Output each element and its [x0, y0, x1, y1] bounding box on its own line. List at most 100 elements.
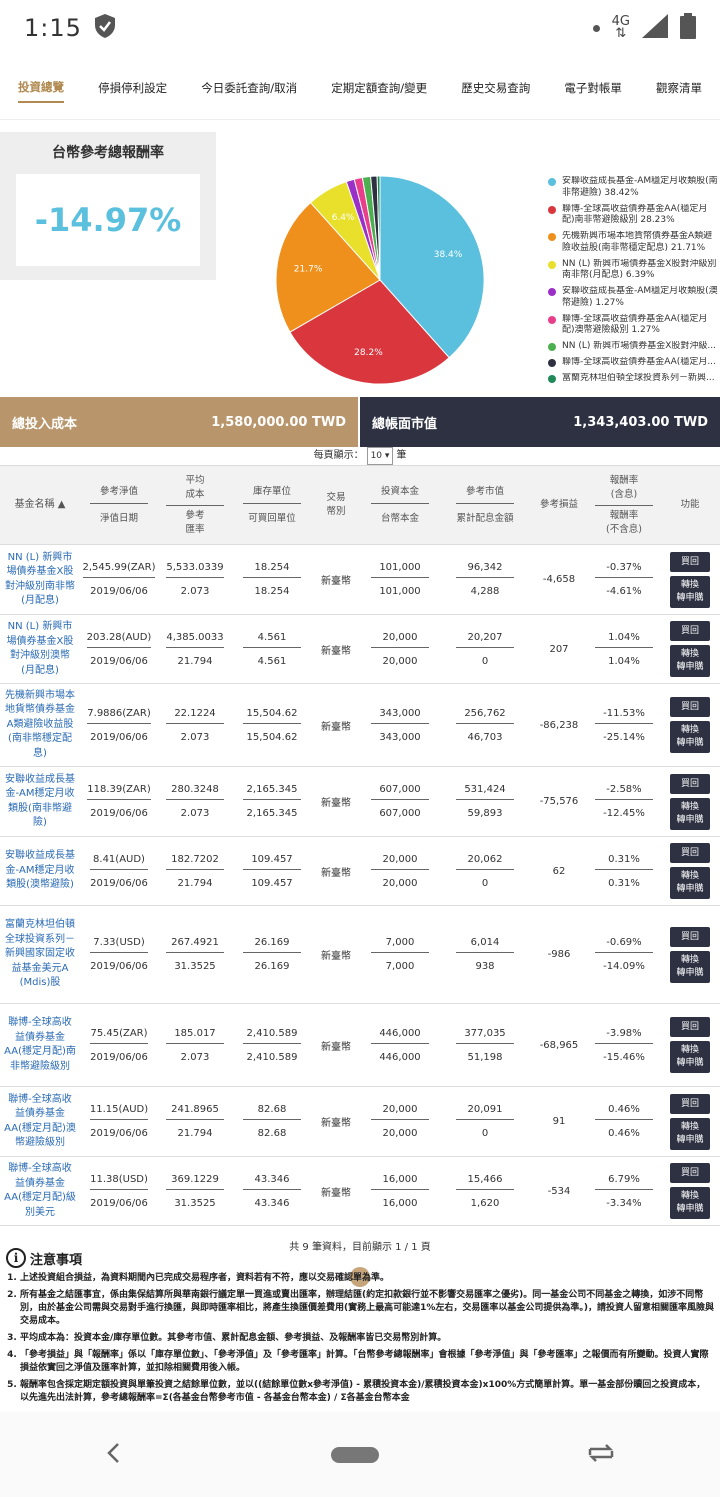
- nav-cell: 7.33(USD) 2019/06/06: [90, 937, 148, 972]
- switch-button[interactable]: 轉換 轉申購: [670, 575, 710, 608]
- avg-cost-cell: 280.3248 2.073: [158, 767, 232, 836]
- total-market-label: 總帳面市值: [372, 416, 438, 432]
- tab-stop-loss[interactable]: 停損停利設定: [98, 74, 167, 102]
- nav-cell: 203.28(AUD) 2019/06/06: [86, 631, 152, 667]
- redeem-button[interactable]: 買回: [670, 621, 710, 641]
- return-rate-cell: -3.98% -15.46%: [588, 1004, 660, 1086]
- currency-cell: 新臺幣: [321, 1187, 351, 1199]
- redeem-button[interactable]: 買回: [670, 697, 710, 717]
- page-size-select[interactable]: 10 ▾: [366, 447, 394, 465]
- legend-item: 安聯收益成長基金-AM穩定月收類股(澳幣避險) 1.27%: [548, 286, 718, 309]
- summary-section: 台幣參考總報酬率 -14.97% 38.4% 28.2% 21.7% 6.4% 安聯收…: [0, 120, 720, 395]
- holdings-table: 基金名稱 ▲ 參考淨值 淨值日期 平均 成本 參考 匯率 庫存單位 可買回單位 交易 幣別 …: [0, 465, 720, 1226]
- nav-cell: 7.9886(ZAR) 2019/06/06: [87, 707, 151, 743]
- header-currency: 交易 幣別: [326, 492, 346, 517]
- redeem-button[interactable]: 買回: [670, 1017, 710, 1037]
- redeem-button[interactable]: 買回: [670, 1093, 710, 1114]
- redeem-button[interactable]: 買回: [670, 843, 710, 863]
- legend-item: 安聯收益成長基金-AM穩定月收類股(南非幣避險) 38.42%: [548, 176, 718, 199]
- page-size-label: 每頁顯示：: [313, 450, 364, 461]
- actions-cell: 買回 轉換 轉申購: [660, 767, 720, 836]
- return-rate-cell: 6.79% -3.34%: [588, 1157, 660, 1225]
- allocation-pie-chart: 38.4% 28.2% 21.7% 6.4%: [275, 175, 485, 385]
- principal-cell: 16,000 16,000: [360, 1157, 440, 1225]
- recent-apps-icon[interactable]: [586, 1441, 616, 1469]
- actions-cell: 買回 轉換 轉申購: [660, 1087, 720, 1156]
- market-value-cell: 6,014 938: [440, 906, 530, 1003]
- switch-button[interactable]: 轉換 轉申購: [670, 797, 710, 830]
- notes-header: i 注意事項: [6, 1248, 714, 1268]
- switch-button[interactable]: 轉換 轉申購: [670, 645, 710, 677]
- market-value-cell: 377,035 51,198: [440, 1004, 530, 1086]
- fund-name-link[interactable]: 安聯收益成長基金-AM穩定月收類股(澳幣避險): [0, 837, 80, 905]
- market-value-cell: 20,091 0: [440, 1087, 530, 1156]
- switch-button[interactable]: 轉換 轉申購: [670, 721, 710, 753]
- note-item: 報酬率包含採定期定額投資與單筆投資之結餘單位數，並以((結餘單位數x參考淨值) …: [20, 1379, 714, 1405]
- network-type: 4G ⇅: [611, 14, 630, 41]
- legend-item: NN (L) 新興市場債券基金X股對沖級...: [548, 341, 718, 353]
- principal-cell: 20,000 20,000: [360, 1087, 440, 1156]
- tab-regular-investment[interactable]: 定期定額查詢/變更: [331, 74, 427, 102]
- pie-slice-label: 6.4%: [332, 213, 355, 223]
- tab-overview[interactable]: 投資總覽: [18, 73, 64, 103]
- total-cost-value: 1,580,000.00 TWD: [211, 414, 346, 430]
- pie-legend: 安聯收益成長基金-AM穩定月收類股(南非幣避險) 38.42% 聯博-全球高收益…: [548, 176, 718, 389]
- avg-cost-cell: 4,385.0033 21.794: [166, 631, 224, 667]
- legend-item: 富蘭克林坦伯頓全球投資系列－新興...: [548, 373, 718, 385]
- return-rate-cell: -0.69% -14.09%: [588, 906, 660, 1003]
- redeem-button[interactable]: 買回: [670, 1163, 710, 1183]
- shield-icon: [94, 13, 116, 43]
- totals-bar: 總投入成本 1,580,000.00 TWD 總帳面市值 1,343,403.0…: [0, 397, 720, 447]
- return-rate-cell: -11.53% -25.14%: [588, 684, 660, 766]
- switch-button[interactable]: 轉換 轉申購: [670, 1041, 710, 1073]
- units-cell: 26.169 26.169: [232, 906, 312, 1003]
- fund-name-link[interactable]: 聯博-全球高收益債券基金AA(穩定月配)南非幣避險級別: [0, 1004, 80, 1086]
- table-row: 聯博-全球高收益債券基金AA(穩定月配)級別美元 11.38(USD) 2019/…: [0, 1157, 720, 1226]
- principal-cell: 20,000 20,000: [360, 615, 440, 683]
- notes-list: 上述投資組合損益，為資料期間內已完成交易程序者，資料若有不符，應以交易確認單為準…: [20, 1272, 714, 1405]
- currency-cell: 新臺幣: [321, 867, 351, 879]
- system-nav-bar: [0, 1412, 720, 1497]
- fund-name-link[interactable]: 聯博-全球高收益債券基金AA(穩定月配)澳幣避險級別: [0, 1087, 80, 1156]
- fund-name-link[interactable]: 安聯收益成長基金-AM穩定月收類股(南非幣避險): [0, 767, 80, 836]
- actions-cell: 買回 轉換 轉申購: [660, 1157, 720, 1225]
- tab-e-statement[interactable]: 電子對帳單: [564, 74, 622, 102]
- back-icon[interactable]: [104, 1441, 124, 1469]
- switch-button[interactable]: 轉換 轉申購: [670, 950, 710, 983]
- header-fund-name[interactable]: 基金名稱 ▲: [0, 466, 80, 544]
- avg-cost-cell: 241.8965 21.794: [158, 1087, 232, 1156]
- total-return-title: 台幣參考總報酬率: [52, 145, 164, 161]
- fund-name-link[interactable]: 富蘭克林坦伯頓全球投資系列－新興國家固定收益基金美元A (Mdis)股: [0, 906, 80, 1003]
- redeem-button[interactable]: 買回: [670, 551, 710, 572]
- tab-today-orders[interactable]: 今日委託查詢/取消: [201, 74, 297, 102]
- signal-icon: [642, 14, 668, 42]
- actions-cell: 買回 轉換 轉申購: [660, 906, 720, 1003]
- legend-item: 聯博-全球高收益債券基金AA(穩定月配)澳幣避險級別 1.27%: [548, 314, 718, 337]
- redeem-button[interactable]: 買回: [670, 926, 710, 947]
- header-units: 庫存單位 可買回單位: [232, 466, 312, 544]
- fund-name-link[interactable]: 聯博-全球高收益債券基金AA(穩定月配)級別美元: [0, 1157, 80, 1225]
- fund-name-link[interactable]: NN (L) 新興市場債券基金X股對沖級別南非幣(月配息): [0, 545, 80, 614]
- principal-cell: 20,000 20,000: [360, 837, 440, 905]
- switch-button[interactable]: 轉換 轉申購: [670, 1187, 710, 1219]
- redeem-button[interactable]: 買回: [670, 773, 710, 794]
- switch-button[interactable]: 轉換 轉申購: [670, 867, 710, 899]
- pl-cell: -986: [547, 949, 571, 960]
- tab-history[interactable]: 歷史交易查詢: [461, 74, 530, 102]
- note-item: 「參考損益」與「報酬率」係以「庫存單位數」、「參考淨值」及「參考匯率」計算。「台…: [20, 1349, 714, 1375]
- status-bar: 1:15 4G ⇅: [0, 0, 720, 56]
- switch-button[interactable]: 轉換 轉申購: [670, 1117, 710, 1150]
- home-button[interactable]: [330, 1446, 379, 1463]
- nav-cell: 118.39(ZAR) 2019/06/06: [87, 784, 151, 819]
- pl-cell: -68,965: [539, 1039, 579, 1051]
- table-body: NN (L) 新興市場債券基金X股對沖級別南非幣(月配息) 2,545.99(Z…: [0, 545, 720, 1226]
- tab-watchlist[interactable]: 觀察清單: [656, 74, 702, 102]
- fund-name-link[interactable]: NN (L) 新興市場債券基金X股對沖級別澳幣(月配息): [0, 615, 80, 683]
- table-row: 聯博-全球高收益債券基金AA(穩定月配)南非幣避險級別 75.45(ZAR) 20…: [0, 1004, 720, 1087]
- fund-name-link[interactable]: 先機新興市場本地貨幣債券基金A類避險收益股(南非幣穩定配息): [0, 684, 80, 766]
- header-nav: 參考淨值 淨值日期: [80, 466, 158, 544]
- pie-slice-label: 28.2%: [354, 348, 383, 358]
- legend-dot-icon: [548, 288, 556, 296]
- header-return-rate: 報酬率 (含息) 報酬率 (不含息): [588, 466, 660, 544]
- currency-cell: 新臺幣: [321, 721, 351, 733]
